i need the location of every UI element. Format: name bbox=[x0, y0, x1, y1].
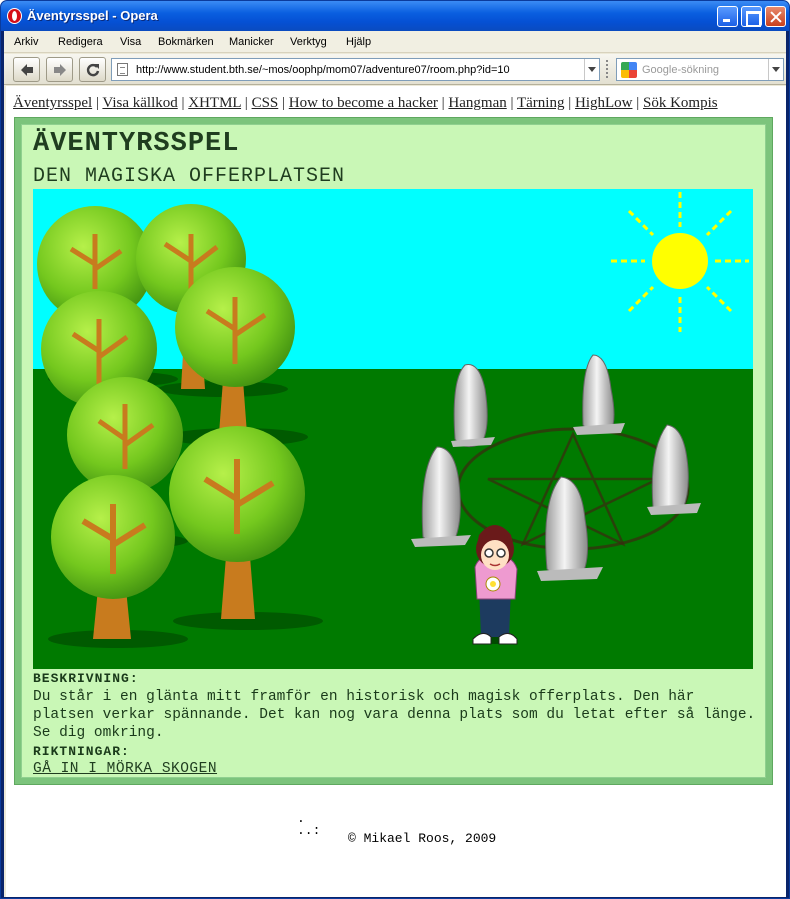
menu-hjalp[interactable]: Hjälp bbox=[346, 36, 371, 48]
forward-arrow-icon bbox=[54, 64, 66, 76]
copyright-text: © Mikael Roos, 2009 bbox=[348, 831, 497, 846]
footer-dots: . ..: bbox=[297, 811, 321, 838]
menu-bokmarken[interactable]: Bokmärken bbox=[158, 36, 214, 48]
description-label: BESKRIVNING: bbox=[33, 671, 139, 686]
menu-verktyg[interactable]: Verktyg bbox=[290, 36, 327, 48]
description-text: Du står i en glänta mitt framför en hist… bbox=[33, 689, 756, 741]
address-field[interactable]: http://www.student.bth.se/~mos/oophp/mom… bbox=[111, 58, 600, 81]
navigation-toolbar: http://www.student.bth.se/~mos/oophp/mom… bbox=[4, 54, 786, 85]
opera-icon[interactable] bbox=[7, 8, 22, 24]
search-field[interactable]: Google-sökning bbox=[616, 58, 784, 81]
room-illustration bbox=[33, 189, 753, 669]
menu-redigera[interactable]: Redigera bbox=[58, 36, 103, 48]
room-title: DEN MAGISKA OFFERPLATSEN bbox=[33, 165, 346, 188]
google-icon[interactable] bbox=[621, 62, 637, 78]
forward-button[interactable] bbox=[46, 57, 73, 82]
title-bar[interactable]: Äventyrsspel - Opera bbox=[1, 1, 789, 31]
game-title: ÄVENTYRSSPEL bbox=[33, 129, 240, 159]
link-hangman[interactable]: Hangman bbox=[448, 95, 506, 111]
menu-manicker[interactable]: Manicker bbox=[229, 36, 274, 48]
toolbar-grip[interactable] bbox=[606, 60, 609, 78]
back-arrow-icon bbox=[21, 64, 33, 76]
link-highlow[interactable]: HighLow bbox=[575, 95, 633, 111]
url-text: http://www.student.bth.se/~mos/oophp/mom… bbox=[136, 64, 510, 76]
site-nav: Äventyrsspel | Visa källkod | XHTML | CS… bbox=[13, 95, 718, 111]
link-how-to-become-a-hacker[interactable]: How to become a hacker bbox=[289, 95, 438, 111]
reload-icon bbox=[86, 63, 100, 77]
page-icon bbox=[117, 63, 128, 76]
directions-label: RIKTNINGAR: bbox=[33, 744, 130, 759]
close-button[interactable] bbox=[765, 6, 786, 27]
link-sok-kompis[interactable]: Sök Kompis bbox=[643, 95, 718, 111]
direction-link-dark-forest[interactable]: GÅ IN I MÖRKA SKOGEN bbox=[33, 761, 217, 777]
back-button[interactable] bbox=[13, 57, 40, 82]
address-dropdown-button[interactable] bbox=[584, 59, 599, 80]
game-panel: ÄVENTYRSSPEL DEN MAGISKA OFFERPLATSEN BE… bbox=[14, 117, 773, 785]
game-panel-inner: ÄVENTYRSSPEL DEN MAGISKA OFFERPLATSEN BE… bbox=[21, 124, 766, 778]
link-visa-kallkod[interactable]: Visa källkod bbox=[102, 95, 177, 111]
browser-window: Äventyrsspel - Opera Arkiv Redigera Visa… bbox=[0, 0, 790, 899]
menu-bar: Arkiv Redigera Visa Bokmärken Manicker V… bbox=[4, 31, 786, 53]
window-title: Äventyrsspel - Opera bbox=[27, 8, 158, 23]
link-xhtml[interactable]: XHTML bbox=[188, 95, 241, 111]
search-dropdown-button[interactable] bbox=[768, 59, 783, 80]
maximize-button[interactable] bbox=[741, 6, 762, 27]
search-placeholder: Google-sökning bbox=[642, 64, 720, 76]
reload-button[interactable] bbox=[79, 57, 106, 82]
menu-arkiv[interactable]: Arkiv bbox=[14, 36, 38, 48]
page-viewport: Äventyrsspel | Visa källkod | XHTML | CS… bbox=[6, 86, 786, 897]
link-aventyrsspel[interactable]: Äventyrsspel bbox=[13, 95, 92, 111]
link-tarning[interactable]: Tärning bbox=[517, 95, 564, 111]
minimize-button[interactable] bbox=[717, 6, 738, 27]
menu-visa[interactable]: Visa bbox=[120, 36, 141, 48]
link-css[interactable]: CSS bbox=[252, 95, 279, 111]
